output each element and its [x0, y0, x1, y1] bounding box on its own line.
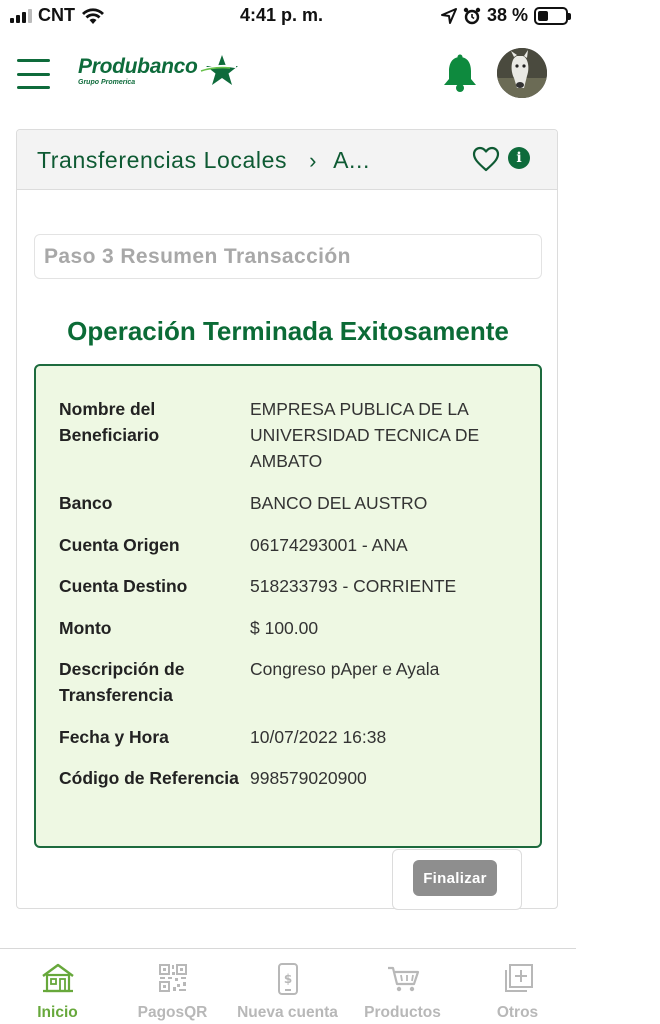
breadcrumb-title[interactable]: Transferencias Locales	[37, 147, 287, 174]
nav-label: Nueva cuenta	[237, 1004, 338, 1021]
summary-label: Fecha y Hora	[59, 727, 169, 747]
home-icon	[41, 963, 74, 993]
summary-value: 06174293001 - ANA	[250, 535, 408, 555]
summary-label: Descripción de Transferencia	[59, 659, 185, 705]
hamburger-menu-icon[interactable]	[17, 59, 50, 89]
nav-label: Otros	[496, 1004, 539, 1021]
wifi-icon	[82, 7, 104, 24]
app-header: Produbanco Grupo Promerica	[0, 40, 576, 110]
card-header: Transferencias Locales › A... i	[17, 130, 557, 190]
user-avatar[interactable]	[497, 48, 547, 98]
status-bar: CNT 4:41 p. m. 38 %	[0, 0, 576, 32]
brand-logo[interactable]: Produbanco Grupo Promerica	[78, 55, 240, 88]
summary-value: BANCO DEL AUSTRO	[250, 493, 428, 513]
finish-button-container: Finalizar	[392, 849, 522, 910]
alarm-icon	[463, 7, 481, 24]
summary-label: Cuenta Destino	[59, 576, 188, 596]
location-arrow-icon	[440, 7, 457, 24]
transaction-summary: Nombre del Beneficiario EMPRESA PUBLICA …	[34, 364, 542, 848]
bottom-nav: Inicio PagosQR $ Nueva cuenta Productos …	[0, 948, 576, 1024]
carrier-name: CNT	[38, 5, 75, 25]
nav-item-otros[interactable]: Otros	[460, 949, 575, 1024]
finish-button[interactable]: Finalizar	[413, 860, 497, 896]
brand-name: Produbanco	[78, 55, 198, 78]
brand-subtitle: Grupo Promerica	[78, 79, 136, 86]
nav-label: PagosQR	[137, 1004, 208, 1021]
step-title: Paso 3 Resumen Transacción	[34, 234, 542, 279]
battery-icon	[534, 6, 571, 25]
status-left: CNT	[10, 5, 105, 26]
summary-value: 10/07/2022 16:38	[250, 727, 387, 747]
summary-label: Banco	[59, 493, 113, 513]
summary-value: 998579020900	[250, 768, 367, 788]
add-square-icon	[504, 964, 533, 992]
nav-label: Inicio	[37, 1004, 78, 1021]
summary-label: Cuenta Origen	[59, 535, 180, 555]
svg-text:$: $	[283, 972, 291, 986]
info-icon[interactable]: i	[508, 147, 530, 169]
nav-item-productos[interactable]: Productos	[345, 949, 460, 1024]
summary-label: Código de Referencia	[59, 768, 239, 788]
status-right: 38 %	[440, 5, 571, 26]
summary-label: Monto	[59, 618, 112, 638]
nav-label: Productos	[364, 1004, 441, 1021]
summary-value: Congreso pAper e Ayala	[250, 659, 440, 679]
phone-dollar-icon: $	[277, 963, 298, 995]
chevron-right-icon: ›	[309, 147, 318, 173]
battery-percent: 38 %	[486, 5, 528, 25]
nav-item-pagosqr[interactable]: PagosQR	[115, 949, 230, 1024]
signal-icon	[10, 8, 32, 23]
nav-item-inicio[interactable]: Inicio	[0, 949, 115, 1024]
summary-value: EMPRESA PUBLICA DE LA UNIVERSIDAD TECNIC…	[250, 399, 480, 471]
nav-item-nueva-cuenta[interactable]: $ Nueva cuenta	[230, 949, 345, 1024]
success-message: Operación Terminada Exitosamente	[67, 316, 509, 346]
summary-label: Nombre del Beneficiario	[59, 399, 160, 445]
heart-favorite-icon[interactable]	[472, 146, 500, 172]
summary-value: 518233793 - CORRIENTE	[250, 576, 457, 596]
transfer-card: Transferencias Locales › A... i Paso 3 R…	[16, 129, 558, 910]
cart-icon	[387, 966, 419, 992]
summary-value: $ 100.00	[250, 618, 319, 638]
status-time: 4:41 p. m.	[240, 5, 324, 25]
notification-bell-icon[interactable]	[441, 54, 479, 94]
star-logo-icon	[200, 55, 238, 85]
qr-code-icon	[158, 964, 187, 992]
breadcrumb: Transferencias Locales › A...	[37, 147, 370, 174]
breadcrumb-next[interactable]: A...	[333, 147, 370, 174]
